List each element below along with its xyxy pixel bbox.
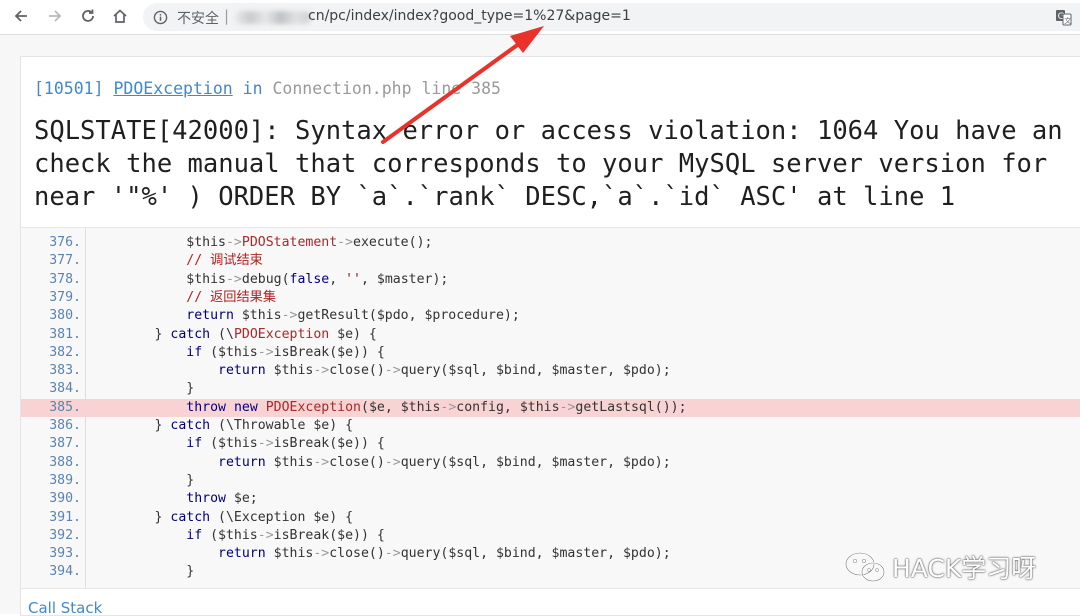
watermark-text: HACK学习呀 — [892, 554, 1037, 583]
line-number: 385. — [49, 399, 81, 415]
code-text: return $this->close()->query($sql, $bind… — [218, 454, 671, 470]
forward-button[interactable] — [42, 3, 68, 29]
code-line: 382. if ($this->isBreak($e)) { — [21, 344, 1080, 362]
browser-toolbar: 不安全 | cn/pc/index/index?good_type=1%27&p… — [0, 0, 1080, 35]
line-number: 378. — [49, 271, 81, 287]
line-number: 380. — [49, 308, 81, 324]
wechat-icon — [845, 552, 885, 582]
line-number: 389. — [49, 472, 81, 488]
line-number: 388. — [49, 454, 81, 470]
error-message-line: near '"%' ) ORDER BY `a`.`rank` DESC,`a`… — [34, 182, 956, 212]
code-text: if ($this->isBreak($e)) { — [186, 344, 385, 360]
line-number: 392. — [49, 527, 81, 543]
error-message-line: SQLSTATE[42000]: Syntax error or access … — [34, 116, 1063, 146]
exception-header: [10501] PDOException in Connection.php l… — [34, 79, 501, 98]
line-number: 382. — [49, 344, 81, 360]
exception-class-link[interactable]: PDOException — [113, 79, 232, 98]
code-line: 379. // 返回结果集 — [21, 289, 1080, 307]
source-code-block: 376. $this->PDOStatement->execute(); 377.… — [21, 227, 1080, 589]
line-number: 387. — [49, 436, 81, 452]
code-line: 390. throw $e; — [21, 490, 1080, 508]
forward-icon — [49, 10, 62, 22]
line-number: 376. — [49, 235, 81, 250]
in-word: in — [242, 79, 263, 98]
exception-location: Connection.php line 385 — [272, 79, 501, 98]
highlighted-code-line: 385. throw new PDOException($e, $this->c… — [21, 398, 1080, 417]
line-number: 391. — [49, 509, 81, 525]
code-text: return $this->close()->query($sql, $bind… — [218, 363, 671, 379]
call-stack-heading[interactable]: Call Stack — [28, 599, 102, 615]
code-text: return $this->getResult($pdo, $procedure… — [186, 308, 520, 324]
home-button[interactable] — [107, 3, 133, 29]
line-number: 386. — [49, 418, 81, 433]
code-line: 376. $this->PDOStatement->execute(); — [21, 234, 1080, 252]
code-line: 388. return $this->close()->query($sql, … — [21, 454, 1080, 472]
back-icon — [14, 10, 27, 22]
code-text: if ($this->isBreak($e)) { — [186, 527, 385, 543]
code-text: } — [91, 472, 195, 488]
code-text: return $this->close()->query($sql, $bind… — [218, 546, 671, 562]
code-text: // 调试结束 — [186, 253, 263, 269]
security-label[interactable]: 不安全 — [177, 8, 219, 28]
line-number: 393. — [49, 546, 81, 562]
code-text: $this->debug(false, '', $master); — [91, 271, 449, 287]
code-text: throw new PDOException($e, $this->config… — [186, 399, 687, 415]
line-number: 383. — [49, 363, 81, 379]
line-number: 377. — [49, 253, 81, 269]
code-line: 389. } — [21, 472, 1080, 490]
reload-button[interactable] — [75, 3, 101, 29]
url-text[interactable]: cn/pc/index/index?good_type=1%27&page=1 — [308, 8, 631, 24]
code-line: 386. } catch (\Throwable $e) { — [21, 417, 1080, 435]
code-line: 384. } — [21, 380, 1080, 398]
watermark: HACK学习呀 — [844, 549, 1036, 585]
line-number: 390. — [49, 491, 81, 507]
code-text: $this->PDOStatement->execute(); — [91, 235, 433, 250]
code-line: 392. if ($this->isBreak($e)) { — [21, 527, 1080, 545]
back-button[interactable] — [8, 3, 34, 29]
code-text: } — [91, 564, 195, 580]
code-text: } catch (\PDOException $e) { — [91, 326, 377, 342]
line-number: 394. — [49, 564, 81, 580]
reload-icon — [82, 9, 94, 22]
code-text: // 返回结果集 — [186, 289, 277, 305]
code-line: 387. if ($this->isBreak($e)) { — [21, 435, 1080, 453]
code-line: 378. $this->debug(false, '', $master); — [21, 271, 1080, 289]
code-text: } catch (\Exception $e) { — [91, 509, 354, 525]
code-line: 383. return $this->close()->query($sql, … — [21, 362, 1080, 380]
code-line: 391. } catch (\Exception $e) { — [21, 509, 1080, 527]
home-icon — [113, 9, 127, 23]
line-number: 384. — [49, 381, 81, 397]
error-message-line: check the manual that corresponds to you… — [34, 149, 1048, 179]
error-code: [10501] — [34, 79, 104, 98]
page-content: [10501] PDOException in Connection.php l… — [0, 35, 1080, 616]
error-message: SQLSTATE[42000]: Syntax error or access … — [34, 115, 1063, 214]
code-line: 380. return $this->getResult($pdo, $proc… — [21, 307, 1080, 325]
svg-text:文: 文 — [1064, 16, 1071, 25]
code-text: } — [91, 381, 195, 397]
blurred-domain — [235, 11, 311, 24]
line-number: 379. — [49, 289, 81, 305]
code-line: 381. } catch (\PDOException $e) { — [21, 326, 1080, 344]
url-separator: | — [224, 7, 230, 25]
code-text: if ($this->isBreak($e)) { — [186, 436, 385, 452]
code-line: 377. // 调试结束 — [21, 252, 1080, 270]
address-bar[interactable]: 不安全 | cn/pc/index/index?good_type=1%27&p… — [143, 3, 1080, 31]
exception-panel: [10501] PDOException in Connection.php l… — [20, 56, 1080, 616]
info-icon[interactable] — [153, 10, 168, 25]
translate-icon[interactable]: G 文 — [1055, 9, 1072, 26]
code-text: throw $e; — [186, 491, 258, 507]
code-text: } catch (\Throwable $e) { — [91, 418, 354, 433]
line-number: 381. — [49, 326, 81, 342]
